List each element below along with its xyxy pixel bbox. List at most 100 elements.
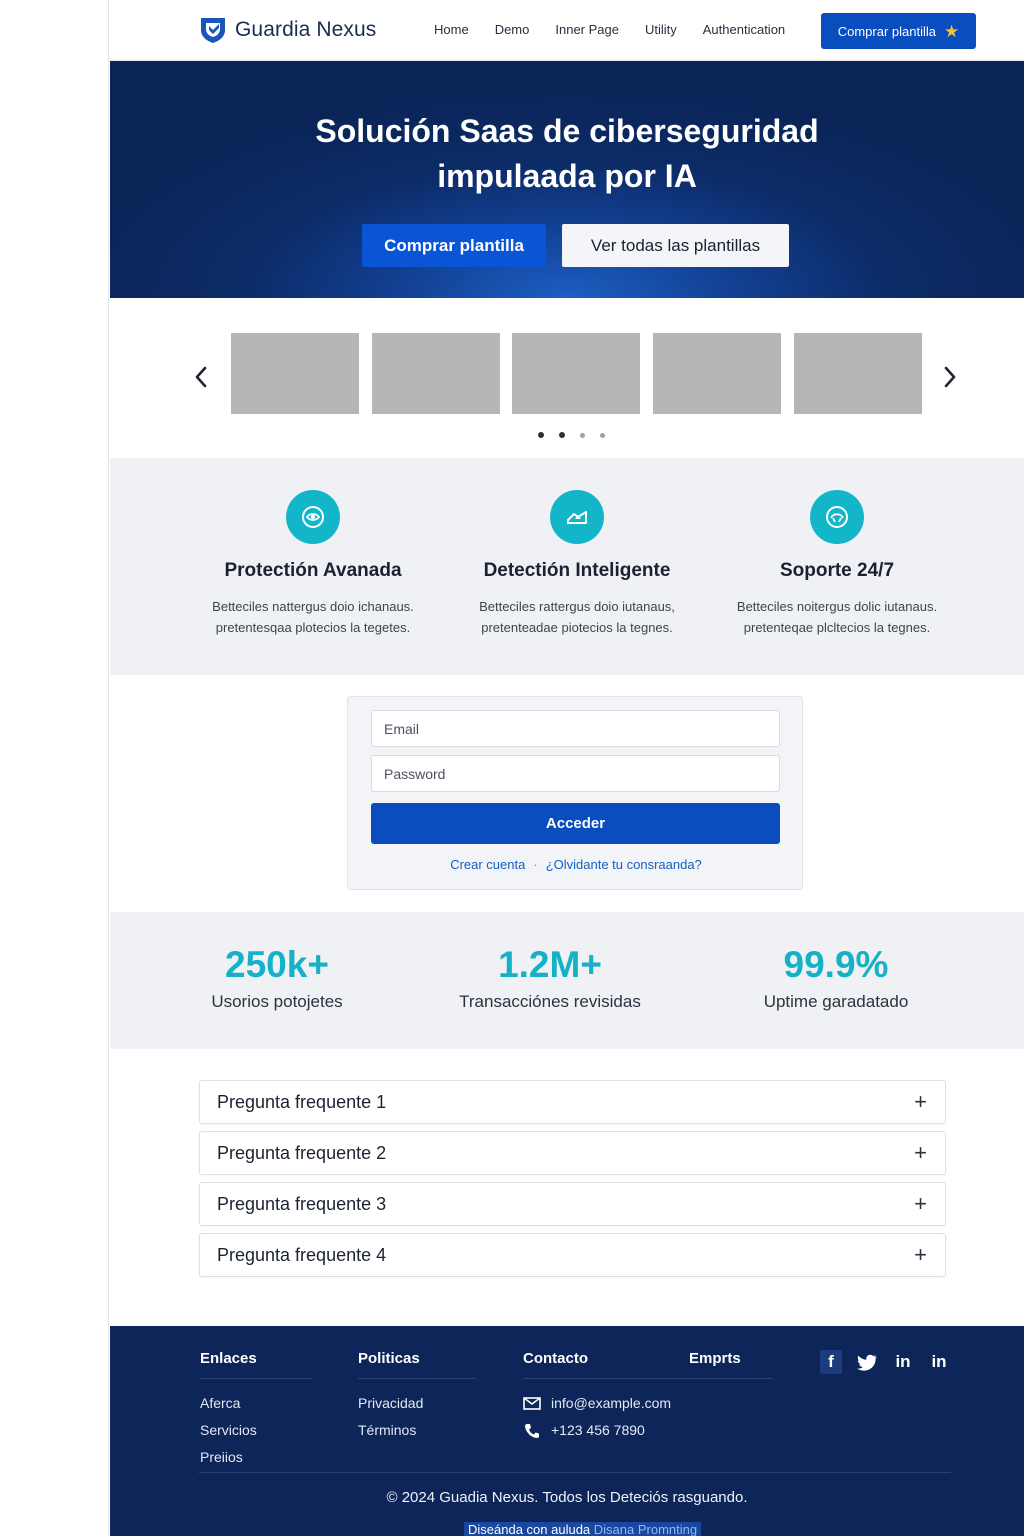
footer-divider <box>199 1472 951 1473</box>
site-footer: Enlaces Aferca Servicios Preiios Politic… <box>110 1326 1024 1536</box>
footer-company-title: Emprts <box>689 1350 741 1367</box>
contact-email: info@example.com <box>551 1395 672 1411</box>
logo-carousel <box>110 298 1024 458</box>
feature-desc-line: pretentesqaa plotecios la tegetes. <box>215 620 411 635</box>
footer-col-list: Privacidad Términos <box>358 1390 476 1444</box>
stat-value: 1.2M+ <box>498 944 602 985</box>
feature-title: Protectión Avanada <box>224 560 402 581</box>
create-account-link[interactable]: Crear cuenta <box>450 857 525 872</box>
carousel-slide[interactable] <box>794 333 922 414</box>
faq-question: Pregunta frequente 3 <box>217 1193 387 1214</box>
carousel-slide[interactable] <box>653 333 781 414</box>
footer-col-contact: Contacto Emprts info@example.com +123 45… <box>523 1350 773 1444</box>
carousel-slide[interactable] <box>512 333 640 414</box>
stat-label: Uptime garadatado <box>763 992 909 1011</box>
credit-highlight: Disana Promnting <box>593 1522 698 1536</box>
footer-link[interactable]: Privacidad <box>358 1390 476 1417</box>
carousel-slide[interactable] <box>231 333 359 414</box>
feature-card: Soporte 24/7 Betteciles noitergus dolic … <box>707 490 967 638</box>
link-separator: · <box>533 857 538 872</box>
plus-icon: + <box>914 1089 927 1114</box>
carousel-slide[interactable] <box>372 333 500 414</box>
credit-prefix: Diseánda con auluda <box>468 1522 591 1536</box>
carousel-next-button[interactable] <box>939 362 961 392</box>
plus-icon: + <box>914 1140 927 1165</box>
footer-link[interactable]: Servicios <box>200 1417 312 1444</box>
carousel-dot[interactable] <box>538 432 544 438</box>
faq-item[interactable]: Pregunta frequente 3 + <box>199 1182 946 1226</box>
stat-item: 250k+ Usorios potojetes <box>137 944 417 1012</box>
hero-section: Solución Saas de ciberseguridad impulaad… <box>110 61 1024 298</box>
carousel-dot[interactable] <box>600 433 605 438</box>
footer-col-list: info@example.com +123 456 7890 <box>523 1390 773 1444</box>
footer-col-policies: Politicas Privacidad Términos <box>358 1350 476 1444</box>
footer-link[interactable]: Aferca <box>200 1390 312 1417</box>
footer-link[interactable]: Preiios <box>200 1444 312 1471</box>
nav-home[interactable]: Home <box>434 22 469 37</box>
hero-view-all-button[interactable]: Ver todas las plantillas <box>562 224 789 267</box>
nav-authentication[interactable]: Authentication <box>703 22 785 37</box>
linkedin-icon[interactable]: in <box>928 1350 950 1374</box>
site-header: Guardia Nexus Home Demo Inner Page Utili… <box>110 0 1024 61</box>
facebook-icon[interactable]: f <box>820 1350 842 1374</box>
footer-link[interactable]: Términos <box>358 1417 476 1444</box>
shield-eye-icon <box>286 490 340 544</box>
faq-item[interactable]: Pregunta frequente 2 + <box>199 1131 946 1175</box>
headset-icon <box>810 490 864 544</box>
faq-section: Pregunta frequente 1 + Pregunta frequent… <box>110 1049 1024 1326</box>
faq-question: Pregunta frequente 1 <box>217 1091 387 1112</box>
nav-utility[interactable]: Utility <box>645 22 677 37</box>
nav-demo[interactable]: Demo <box>495 22 530 37</box>
brand[interactable]: Guardia Nexus <box>199 16 376 44</box>
brand-name: Guardia Nexus <box>235 18 377 41</box>
footer-col-list: Aferca Servicios Preiios <box>200 1390 312 1471</box>
login-card: Email Password Acceder Crear cuenta · ¿Olv… <box>347 696 803 890</box>
contact-phone-row[interactable]: +123 456 7890 <box>523 1417 773 1444</box>
carousel-dot[interactable] <box>580 433 585 438</box>
footer-col-title: Contacto Emprts <box>523 1350 773 1379</box>
shield-logo-icon <box>201 18 225 43</box>
feature-card: Protectión Avanada Betteciles nattergus … <box>183 490 443 638</box>
feature-card: Detectión Inteligente Betteciles ratterg… <box>447 490 707 638</box>
contact-phone: +123 456 7890 <box>551 1422 645 1438</box>
design-credit[interactable]: Diseánda con auluda Disana Promnting <box>464 1522 702 1536</box>
footer-col-links: Enlaces Aferca Servicios Preiios <box>200 1350 312 1471</box>
login-section: Email Password Acceder Crear cuenta · ¿Olv… <box>110 675 1024 912</box>
chevron-left-icon <box>195 366 207 388</box>
faq-item[interactable]: Pregunta frequente 4 + <box>199 1233 946 1277</box>
stat-item: 99.9% Uptime garadatado <box>696 944 976 1012</box>
footer-contact-title: Contacto <box>523 1350 588 1367</box>
feature-desc: Betteciles nattergus doio ichanaus. pret… <box>183 596 443 638</box>
stat-item: 1.2M+ Transacciónes revisidas <box>410 944 690 1012</box>
stats-section: 250k+ Usorios potojetes 1.2M+ Transacció… <box>110 912 1024 1049</box>
feature-desc: Betteciles noitergus dolic iutanaus. pre… <box>707 596 967 638</box>
footer-col-title: Enlaces <box>200 1350 312 1379</box>
chevron-right-icon <box>944 366 956 388</box>
carousel-dot-active[interactable] <box>559 432 565 438</box>
phone-icon <box>525 1423 539 1438</box>
carousel-prev-button[interactable] <box>190 362 212 392</box>
password-field[interactable]: Password <box>371 755 780 792</box>
twitter-icon[interactable] <box>856 1350 878 1374</box>
hand-shield-icon <box>550 490 604 544</box>
features-section: Protectión Avanada Betteciles nattergus … <box>110 458 1024 675</box>
feature-title: Soporte 24/7 <box>779 560 895 581</box>
header-buy-button[interactable]: Comprar plantilla ★ <box>821 13 976 49</box>
faq-item[interactable]: Pregunta frequente 1 + <box>199 1080 946 1124</box>
email-field[interactable]: Email <box>371 710 780 747</box>
feature-desc-line: Betteciles rattergus doio iutanaus, <box>479 599 675 614</box>
nav-inner-page[interactable]: Inner Page <box>555 22 619 37</box>
page: Guardia Nexus Home Demo Inner Page Utili… <box>110 0 1024 1536</box>
contact-email-row[interactable]: info@example.com <box>523 1390 773 1417</box>
feature-title: Detectión Inteligente <box>483 560 671 581</box>
hero-buy-button[interactable]: Comprar plantilla <box>362 224 546 267</box>
footer-col-title: Politicas <box>358 1350 476 1379</box>
stat-value: 250k+ <box>225 944 329 985</box>
copyright: © 2024 Guadia Nexus. Todos los Deteciós … <box>386 1489 748 1506</box>
forgot-password-link[interactable]: ¿Olvidante tu consraanda? <box>546 857 702 872</box>
main-nav: Home Demo Inner Page Utility Authenticat… <box>434 22 785 37</box>
login-submit-button[interactable]: Acceder <box>371 803 780 844</box>
hero-title: Solución Saas de ciberseguridad impulaad… <box>110 109 1024 199</box>
linkedin-icon[interactable]: in <box>892 1350 914 1374</box>
stat-label: Usorios potojetes <box>211 992 343 1011</box>
